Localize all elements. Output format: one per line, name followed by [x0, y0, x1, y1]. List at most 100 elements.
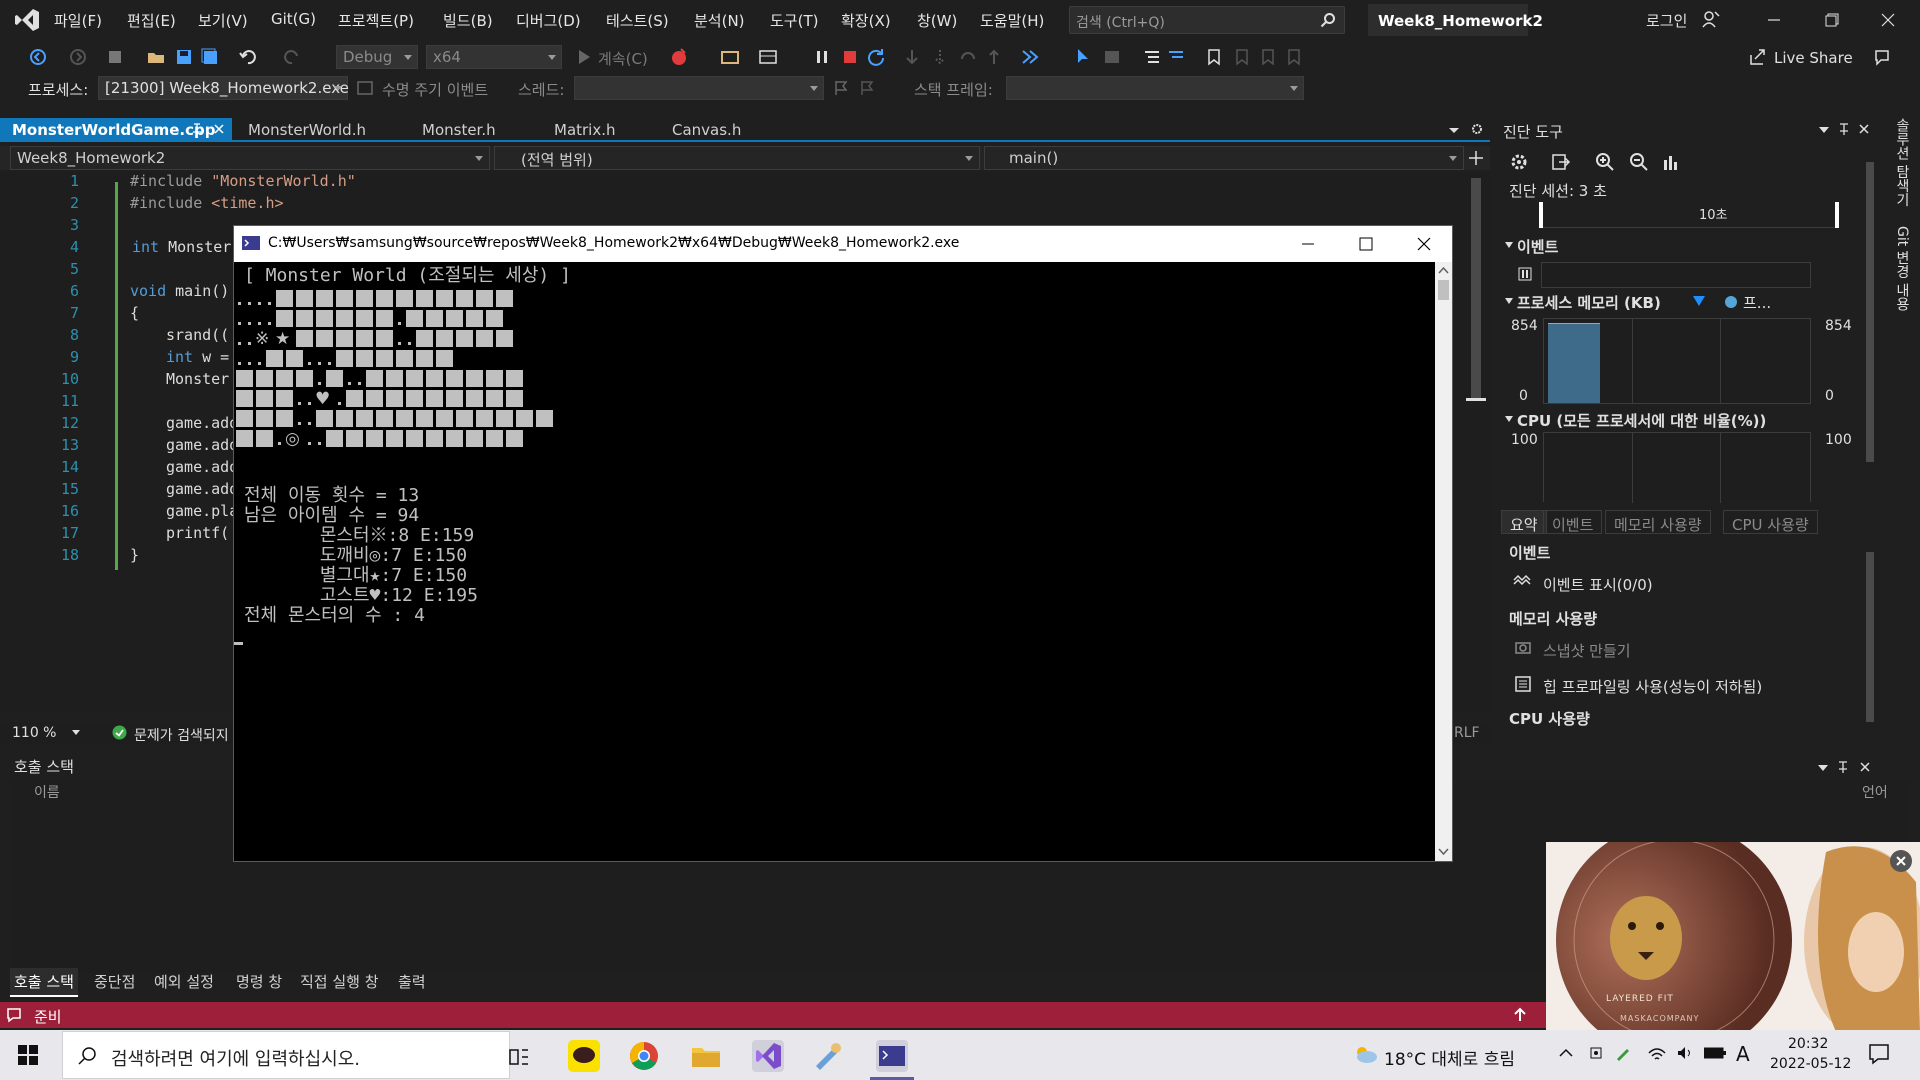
- pause-events-icon[interactable]: [1517, 266, 1533, 282]
- uncomment-icon[interactable]: [1166, 47, 1186, 67]
- console-scrollbar[interactable]: [1435, 262, 1452, 861]
- pin-panel-icon[interactable]: [1837, 122, 1851, 136]
- clock-time[interactable]: 20:32: [1788, 1036, 1828, 1052]
- zoom-dropdown-icon[interactable]: [72, 730, 80, 736]
- continue-label[interactable]: 계속(C): [598, 48, 648, 69]
- tab-matrix-h[interactable]: Matrix.h: [542, 118, 628, 142]
- console-minimize-icon[interactable]: [1300, 236, 1316, 252]
- scope-select[interactable]: (전역 범위): [494, 146, 980, 170]
- console-close-icon[interactable]: [1416, 236, 1432, 252]
- hex-display-icon[interactable]: [1020, 47, 1040, 67]
- menu-git[interactable]: Git(G): [271, 10, 316, 28]
- back-icon[interactable]: [28, 47, 48, 67]
- weather-icon[interactable]: [1352, 1043, 1378, 1065]
- step-over-icon[interactable]: [902, 47, 922, 67]
- taskbar-search-input[interactable]: 검색하려면 여기에 입력하십시오.: [62, 1031, 510, 1079]
- advertisement-popup[interactable]: LAYERED FIT MASKACOMPANY: [1546, 842, 1920, 1032]
- menu-project[interactable]: 프로젝트(P): [338, 10, 414, 31]
- scroll-thumb[interactable]: [1471, 178, 1481, 398]
- minimize-icon[interactable]: [1766, 12, 1782, 28]
- device-icon[interactable]: [1588, 1045, 1604, 1061]
- tab-breakpoints[interactable]: 중단점: [90, 968, 139, 995]
- close-panel-icon[interactable]: [1857, 122, 1871, 136]
- feedback-icon[interactable]: [1872, 47, 1892, 67]
- tab-summary[interactable]: 요약: [1501, 510, 1547, 534]
- panel-menu-icon[interactable]: [1819, 126, 1829, 134]
- tab-list-icon[interactable]: [1448, 126, 1460, 136]
- search-input[interactable]: 검색 (Ctrl+Q): [1069, 6, 1345, 34]
- stop-icon[interactable]: [840, 47, 860, 67]
- tab-command-window[interactable]: 명령 창: [232, 968, 286, 995]
- collapse-cpu-icon[interactable]: [1505, 416, 1513, 422]
- window-icon[interactable]: [1102, 47, 1122, 67]
- heap-profiling-checkbox[interactable]: 힙 프로파일링 사용(성능이 저하됨): [1543, 676, 1762, 697]
- tab-canvas-h[interactable]: Canvas.h: [660, 118, 753, 142]
- flag-threads-icon[interactable]: [858, 79, 876, 97]
- kakaotalk-icon[interactable]: [568, 1040, 600, 1072]
- issues-status[interactable]: 문제가 검색되지: [134, 725, 229, 745]
- windows-start-icon[interactable]: [18, 1045, 38, 1065]
- tray-expand-icon[interactable]: [1558, 1045, 1574, 1061]
- step-out-icon[interactable]: [984, 47, 1004, 67]
- cursor-icon[interactable]: [1074, 47, 1094, 67]
- step-into-icon[interactable]: [930, 47, 950, 67]
- export-icon[interactable]: [1551, 152, 1571, 172]
- close-panel-icon[interactable]: [1858, 760, 1872, 774]
- step-back-icon[interactable]: [958, 47, 978, 67]
- notification-center-icon[interactable]: [1868, 1043, 1890, 1065]
- pen-icon[interactable]: [1614, 1044, 1632, 1062]
- tab-output[interactable]: 출력: [394, 968, 430, 995]
- menu-edit[interactable]: 편집(E): [127, 10, 176, 31]
- open-folder-icon[interactable]: [146, 47, 166, 67]
- timeline-scrollbar[interactable]: [1863, 152, 1877, 502]
- show-events-link[interactable]: 이벤트 표시(0/0): [1543, 574, 1653, 595]
- platform-select[interactable]: x64: [426, 45, 562, 69]
- memory-graph[interactable]: [1543, 318, 1811, 404]
- account-icon[interactable]: [1702, 10, 1720, 28]
- scroll-down-icon[interactable]: [1438, 848, 1449, 856]
- tab-monsterworldgame-cpp[interactable]: MonsterWorldGame.cpp: [0, 118, 232, 142]
- menu-file[interactable]: 파일(F): [54, 10, 102, 31]
- new-project-icon[interactable]: [106, 47, 126, 67]
- restore-icon[interactable]: [1824, 12, 1840, 28]
- menu-help[interactable]: 도움말(H): [980, 10, 1044, 31]
- hot-reload-icon[interactable]: [670, 47, 690, 67]
- tab-cpu-usage[interactable]: CPU 사용량: [1723, 510, 1818, 534]
- comment-icon[interactable]: [1142, 47, 1162, 67]
- events-track[interactable]: [1541, 262, 1811, 288]
- panel-menu-icon[interactable]: [1818, 764, 1828, 772]
- redo-icon[interactable]: [282, 47, 302, 67]
- reset-view-icon[interactable]: [1661, 152, 1681, 172]
- timeline-end-handle[interactable]: [1835, 202, 1839, 228]
- project-select[interactable]: Week8_Homework2: [10, 146, 490, 170]
- chrome-icon[interactable]: [628, 1040, 660, 1072]
- console-maximize-icon[interactable]: [1358, 236, 1374, 252]
- timeline-start-handle[interactable]: [1539, 202, 1543, 228]
- tab-monster-h[interactable]: Monster.h: [410, 118, 508, 142]
- column-language[interactable]: 언어: [1862, 782, 1888, 802]
- process-select[interactable]: [21300] Week8_Homework2.exe: [98, 76, 349, 100]
- task-view-icon[interactable]: [504, 1044, 534, 1070]
- menu-debug[interactable]: 디버그(D): [516, 10, 581, 31]
- save-all-icon[interactable]: [200, 47, 220, 67]
- tab-immediate-window[interactable]: 직접 실행 창: [296, 968, 383, 995]
- live-share-button[interactable]: Live Share: [1774, 49, 1853, 67]
- timeline-ruler[interactable]: 10초: [1539, 202, 1839, 228]
- collapse-memory-icon[interactable]: [1505, 298, 1513, 304]
- zoom-out-icon[interactable]: [1629, 152, 1649, 172]
- tab-call-stack[interactable]: 호출 스택: [10, 968, 78, 997]
- line-ending[interactable]: RLF: [1454, 725, 1480, 741]
- continue-icon[interactable]: [574, 47, 594, 67]
- close-tab-icon[interactable]: [212, 122, 226, 136]
- solution-explorer-tab[interactable]: 솔루션 탐색기: [1892, 118, 1912, 206]
- restart-icon[interactable]: [866, 47, 886, 67]
- console-title-bar[interactable]: C:₩Users₩samsung₩source₩repos₩Week8_Home…: [234, 226, 1452, 262]
- live-share-icon[interactable]: [1748, 47, 1768, 67]
- member-select[interactable]: main(): [984, 146, 1464, 170]
- configuration-select[interactable]: Debug: [336, 45, 418, 69]
- take-snapshot-button[interactable]: 스냅샷 만들기: [1543, 640, 1631, 661]
- save-icon[interactable]: [174, 47, 194, 67]
- clock-date[interactable]: 2022-05-12: [1770, 1056, 1851, 1072]
- notification-icon[interactable]: [6, 1007, 22, 1023]
- ad-close-icon[interactable]: [1890, 850, 1912, 872]
